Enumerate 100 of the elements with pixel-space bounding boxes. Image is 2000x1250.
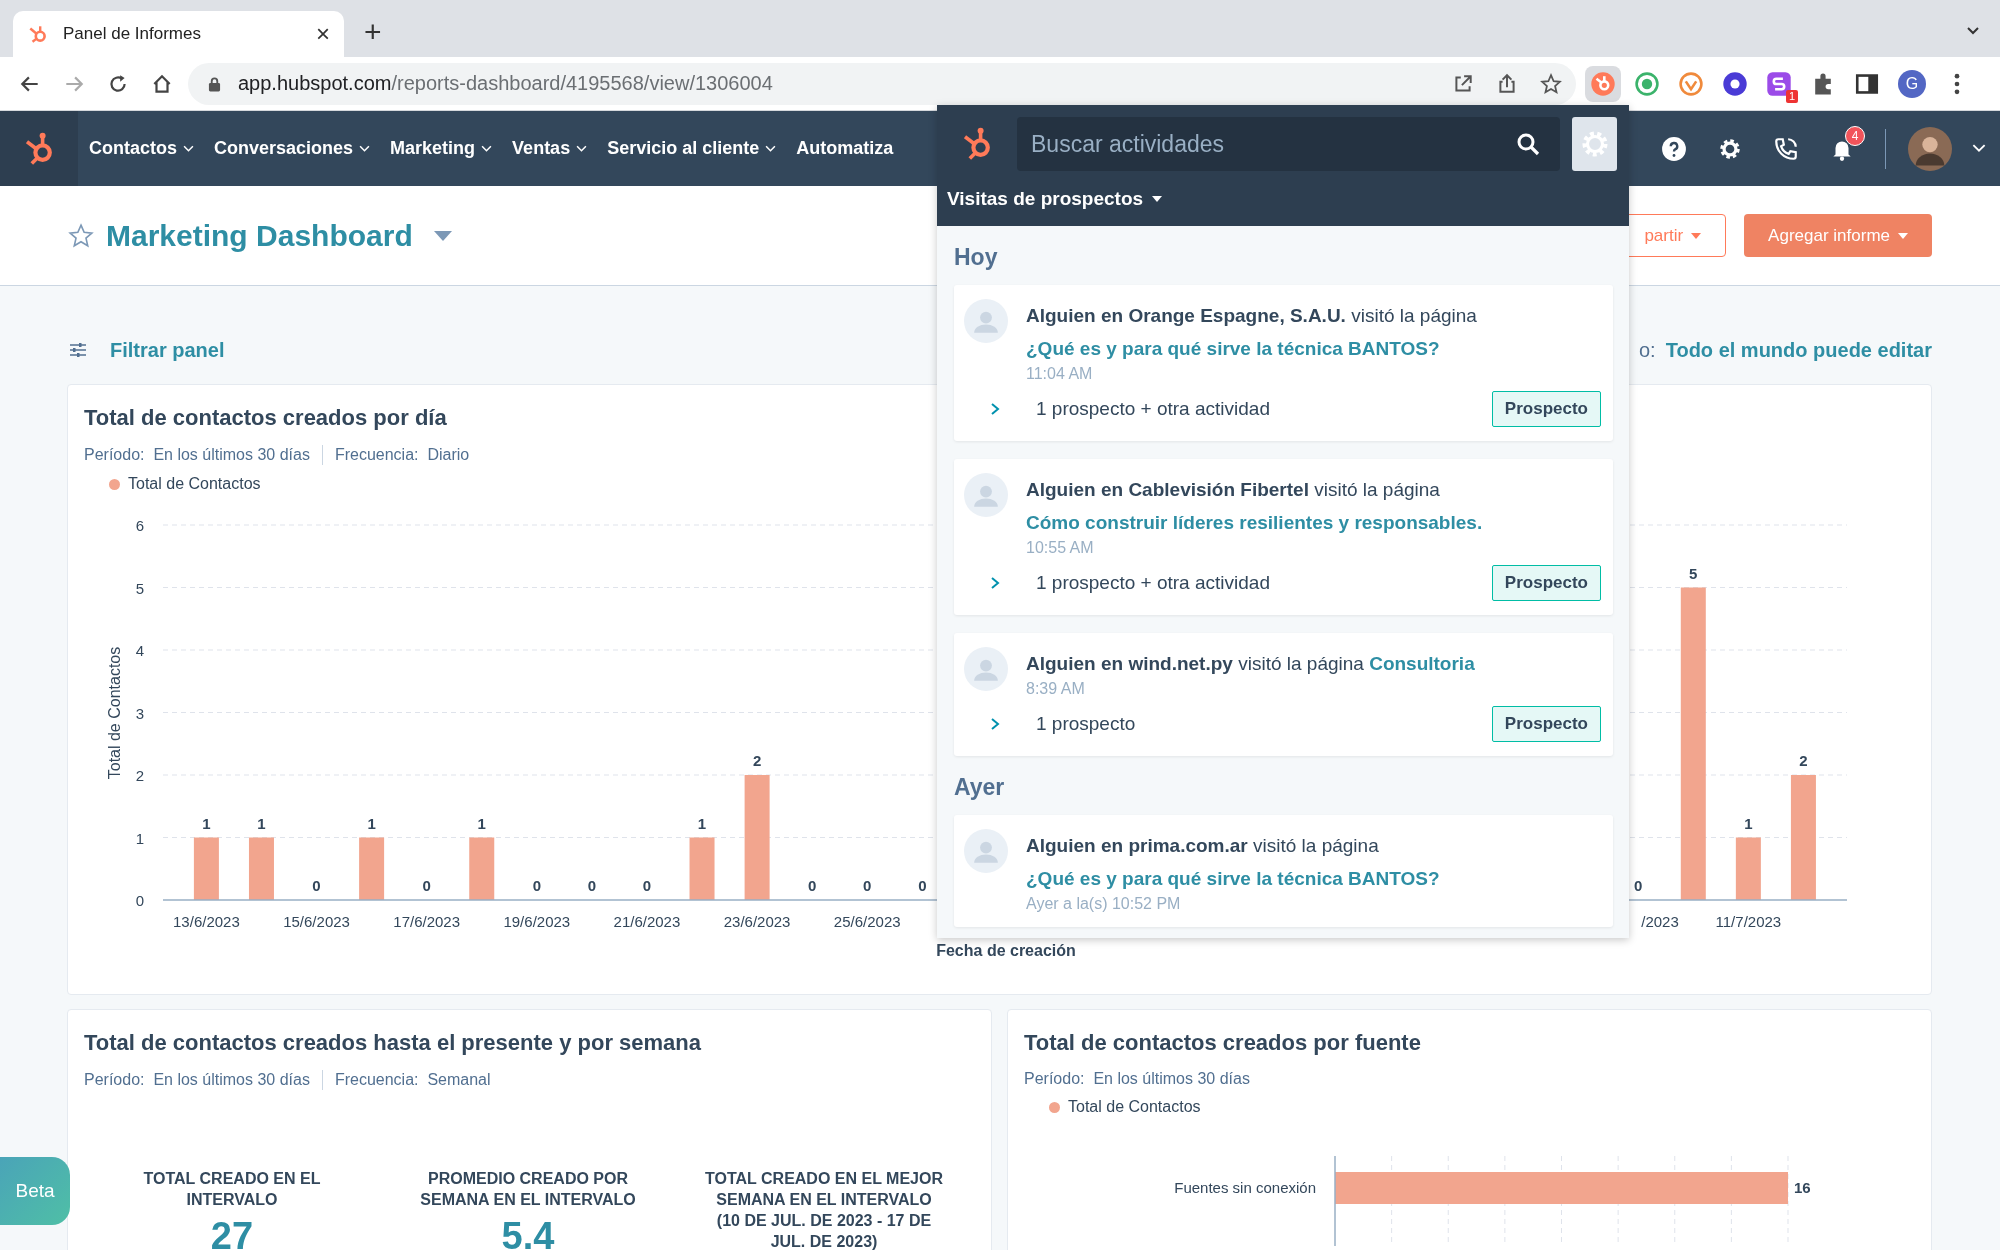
close-tab-button[interactable]: × — [316, 20, 330, 48]
axis-tick-label: 4 — [135, 642, 145, 659]
report-meta: Frecuencia: Diario — [334, 446, 470, 464]
sprocket-icon — [27, 23, 49, 45]
caret-icon[interactable] — [432, 229, 453, 242]
stat-label: TOTAL CREADO EN EL MEJOR SEMANA EN EL INTERVALO (10 DE JUL. DE 2023 - 17 DE JUL. DE 2023) — [704, 1169, 944, 1250]
user-avatar[interactable] — [1908, 126, 1952, 171]
visit-time: 10:55 AM — [1026, 539, 1094, 557]
visit-description: Alguien en Orange Espagne, S.A.U. visitó la página ¿Qué es y para qué sirve la técnica BANTOS? — [1026, 304, 1478, 361]
browser-tab[interactable]: Panel de Informes × — [13, 11, 344, 57]
chevron-right-icon[interactable] — [990, 717, 1000, 731]
data-label: 1 — [202, 814, 211, 832]
data-label: 0 — [863, 877, 872, 894]
data-label: 2 — [1799, 752, 1808, 769]
nav-menu-item[interactable]: Marketing — [390, 138, 493, 159]
page-link[interactable]: ¿Qué es y para qué sirve la técnica BANTOS? — [1026, 868, 1440, 889]
nav-menu-item[interactable]: Automatiza — [796, 138, 894, 159]
nav-menu-item[interactable]: Ventas — [512, 138, 588, 159]
help-icon[interactable] — [1661, 135, 1687, 162]
caret-icon — [1691, 232, 1702, 239]
chart-bar — [689, 837, 715, 900]
data-label: 1 — [477, 814, 486, 832]
legend-label: Total de Contactos — [128, 475, 261, 493]
caret-icon — [1898, 232, 1908, 239]
data-label: 0 — [422, 877, 431, 894]
home-logo-button[interactable] — [0, 111, 78, 186]
axis-tick-label: 23/6/2023 — [723, 913, 791, 930]
data-label: 1 — [1744, 814, 1753, 832]
axis-tick-label: 3 — [135, 704, 145, 722]
axis-tick-label: 13/6/2023 — [173, 913, 240, 930]
s-extension-icon[interactable] — [1766, 70, 1792, 97]
star-icon[interactable] — [68, 222, 94, 249]
axis-tick-label: 11/7/2023 — [1715, 913, 1782, 930]
access-link[interactable]: Todo el mundo puede editar — [1665, 338, 1932, 362]
nav-menu-item[interactable]: Conversaciones — [214, 138, 371, 159]
group-heading: Ayer — [954, 774, 1005, 801]
sprocket-extension-icon[interactable] — [1585, 65, 1621, 102]
lifecycle-tag: Prospecto — [1491, 391, 1601, 427]
visit-time: 8:39 AM — [1026, 680, 1085, 698]
url-text: app.hubspot.com/reports-dashboard/4195568/view/1306004 — [238, 72, 774, 95]
visit-description: Alguien en wind.net.py visitó la página Consultoria — [1026, 652, 1476, 676]
axis-title: Total de Contactos — [106, 646, 123, 780]
page-link[interactable]: Cómo construir líderes resilientes y responsables. — [1026, 512, 1483, 533]
data-label: 0 — [532, 877, 541, 894]
home-icon[interactable] — [151, 72, 173, 95]
nav-menu-item[interactable]: Servicio al cliente — [607, 138, 777, 159]
dashboard-title[interactable]: Marketing Dashboard — [106, 218, 413, 253]
search-field[interactable]: Buscar actividades — [1017, 117, 1560, 171]
external-link-icon[interactable] — [1452, 72, 1474, 95]
axis-tick-label: 1 — [135, 829, 145, 847]
data-label: 0 — [918, 877, 927, 894]
report-title: Total de contactos creados por fuente — [1024, 1030, 1421, 1056]
data-label: 0 — [808, 877, 817, 894]
avatar-icon — [964, 829, 1008, 873]
axis-tick-label: 5 — [135, 579, 145, 597]
chevron-right-icon[interactable] — [990, 576, 1000, 590]
axis-tick-label: 6 — [135, 517, 145, 534]
stat-label: TOTAL CREADO EN EL INTERVALO — [142, 1169, 322, 1210]
profile-avatar[interactable]: G — [1898, 69, 1926, 98]
sliders-icon[interactable] — [68, 340, 88, 360]
data-label: 0 — [587, 877, 597, 894]
data-label: 2 — [752, 752, 762, 769]
circle-extension-icon[interactable] — [1722, 70, 1748, 97]
report-title: Total de contactos creados por día — [84, 405, 447, 431]
data-label: 0 — [1634, 877, 1643, 894]
axis-tick-label: /2023 — [1641, 913, 1679, 930]
stat-value: 27 — [210, 1216, 254, 1250]
avatar-icon — [964, 647, 1008, 691]
data-label: 1 — [257, 814, 266, 832]
notification-badge: 4 — [1845, 125, 1865, 146]
visit-summary: 1 prospecto — [1036, 713, 1136, 735]
axis-tick-label: 15/6/2023 — [283, 913, 350, 930]
page-link[interactable]: ¿Qué es y para qué sirve la técnica BANTOS? — [1026, 338, 1440, 359]
visit-description: Alguien en prima.com.ar visitó la página ¿Qué es y para qué sirve la técnica BANTOS? — [1026, 834, 1441, 891]
chart-bar — [193, 837, 219, 900]
phone-icon[interactable] — [1773, 135, 1799, 162]
search-icon[interactable] — [1516, 132, 1540, 156]
extension-badge: 1 — [1786, 89, 1799, 103]
new-tab-button[interactable]: + — [364, 15, 382, 49]
reload-icon[interactable] — [107, 72, 129, 95]
chart-bar — [1735, 837, 1761, 900]
star-icon[interactable] — [1540, 72, 1562, 95]
axis-tick-label: 19/6/2023 — [503, 913, 571, 930]
visit-summary: 1 prospecto + otra actividad — [1036, 398, 1270, 420]
page-link[interactable]: Consultoria — [1369, 653, 1475, 674]
data-label: 16 — [1794, 1179, 1811, 1196]
data-label: 0 — [642, 877, 652, 894]
activity-filter-dropdown[interactable]: Visitas de prospectos — [947, 188, 1163, 210]
chevron-right-icon[interactable] — [990, 402, 1000, 416]
chart-bar — [248, 837, 274, 900]
data-label: 1 — [367, 814, 376, 832]
legend-label: Total de Contactos — [1068, 1098, 1201, 1116]
address-bar[interactable]: app.hubspot.com/reports-dashboard/4195568/view/1306004 — [188, 62, 1576, 105]
filter-dashboard-link[interactable]: Filtrar panel — [110, 338, 225, 362]
visit-time: Ayer a la(s) 10:52 PM — [1026, 895, 1181, 913]
chevron-down-icon[interactable] — [1966, 26, 1980, 36]
share-icon[interactable] — [1496, 72, 1518, 95]
axis-tick-label: 0 — [135, 892, 145, 909]
nav-menu-item[interactable]: Contactos — [89, 138, 194, 159]
axis-tick-label: 25/6/2023 — [833, 913, 901, 930]
